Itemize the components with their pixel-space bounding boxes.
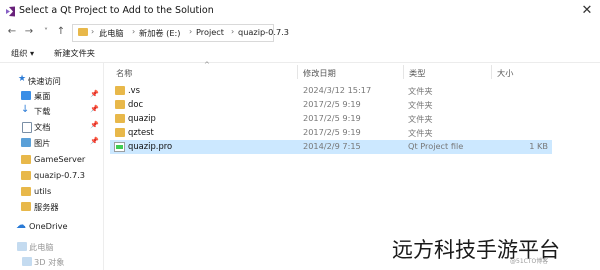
breadcrumb-this-pc[interactable]: 此电脑 bbox=[99, 27, 124, 39]
back-arrow-icon[interactable]: ← bbox=[5, 25, 19, 39]
file-size: 1 KB bbox=[529, 141, 548, 151]
file-name: quazip.pro bbox=[128, 141, 173, 151]
pin-icon[interactable]: 📌 bbox=[90, 137, 99, 145]
file-row-vs[interactable]: .vs 2024/3/12 15:17 文件夹 bbox=[110, 84, 552, 98]
sidebar-item-label: 文档 bbox=[34, 122, 51, 132]
sidebar-item-server[interactable]: 服务器 bbox=[0, 200, 103, 214]
sidebar-item-documents[interactable]: 文档 📌 bbox=[0, 120, 103, 134]
new-folder-button[interactable]: 新建文件夹 bbox=[54, 47, 95, 59]
command-bar: 组织 ▾ 新建文件夹 bbox=[0, 42, 600, 63]
file-modified: 2017/2/5 9:19 bbox=[303, 113, 361, 123]
sidebar-item-label: utils bbox=[34, 186, 52, 196]
sidebar-item-label: OneDrive bbox=[29, 221, 68, 231]
pin-icon[interactable]: 📌 bbox=[90, 90, 99, 98]
sidebar-item-label: 图片 bbox=[34, 138, 51, 148]
sidebar-item-onedrive[interactable]: ☁ OneDrive bbox=[0, 220, 103, 234]
column-header-name[interactable]: 名称 bbox=[116, 67, 132, 79]
computer-icon bbox=[17, 242, 27, 251]
organize-button[interactable]: 组织 ▾ bbox=[11, 47, 34, 59]
sort-caret-icon: ^ bbox=[204, 61, 210, 69]
cube-icon bbox=[22, 257, 32, 266]
up-arrow-icon[interactable]: ↑ bbox=[54, 25, 68, 39]
desktop-icon bbox=[21, 91, 31, 100]
sidebar-item-label: 桌面 bbox=[34, 91, 51, 101]
column-header-size[interactable]: 大小 bbox=[497, 67, 513, 79]
file-modified: 2017/2/5 9:19 bbox=[303, 127, 361, 137]
sidebar-item-label: 此电脑 bbox=[29, 242, 54, 252]
sidebar-item-label: 下载 bbox=[34, 106, 51, 116]
file-name: doc bbox=[128, 99, 144, 109]
folder-icon bbox=[21, 171, 31, 180]
folder-icon bbox=[115, 114, 125, 123]
sidebar-item-quick-access[interactable]: ★ 快速访问 bbox=[0, 74, 103, 88]
column-divider[interactable] bbox=[297, 65, 298, 79]
file-row-quazip[interactable]: quazip 2017/2/5 9:19 文件夹 bbox=[110, 112, 552, 126]
file-modified: 2024/3/12 15:17 bbox=[303, 85, 372, 95]
file-type: 文件夹 bbox=[408, 128, 433, 138]
window-title: Select a Qt Project to Add to the Soluti… bbox=[19, 5, 214, 16]
breadcrumb-separator: › bbox=[132, 27, 136, 36]
column-divider[interactable] bbox=[491, 65, 492, 79]
breadcrumb-separator: › bbox=[91, 27, 95, 36]
close-icon[interactable]: ✕ bbox=[578, 2, 596, 20]
qt-project-file-icon bbox=[114, 142, 125, 152]
sidebar-item-gameserver[interactable]: GameServer bbox=[0, 153, 103, 167]
file-modified: 2017/2/5 9:19 bbox=[303, 99, 361, 109]
sidebar-item-label: GameServer bbox=[34, 154, 86, 164]
sidebar-item-label: 快速访问 bbox=[28, 76, 61, 86]
pin-icon[interactable]: 📌 bbox=[90, 105, 99, 113]
column-divider[interactable] bbox=[403, 65, 404, 79]
sidebar-item-3d-objects[interactable]: 3D 对象 bbox=[0, 255, 103, 269]
file-row-doc[interactable]: doc 2017/2/5 9:19 文件夹 bbox=[110, 98, 552, 112]
file-type: 文件夹 bbox=[408, 114, 433, 124]
document-icon bbox=[22, 122, 32, 133]
navigation-bar: ← → ˅ ↑ › 此电脑 › 新加卷 (E:) › Project › qua… bbox=[0, 22, 600, 42]
pin-icon[interactable]: 📌 bbox=[90, 121, 99, 129]
folder-icon bbox=[115, 86, 125, 95]
forward-arrow-icon[interactable]: → bbox=[22, 25, 36, 39]
recent-locations-chevron-icon[interactable]: ˅ bbox=[39, 25, 53, 39]
sidebar-item-quazip[interactable]: quazip-0.7.3 bbox=[0, 169, 103, 183]
download-icon: ↓ bbox=[21, 104, 30, 115]
column-header-modified[interactable]: 修改日期 bbox=[303, 67, 336, 79]
file-name: .vs bbox=[128, 85, 140, 95]
breadcrumb-volume-e[interactable]: 新加卷 (E:) bbox=[139, 27, 181, 39]
breadcrumb-separator: › bbox=[231, 27, 235, 36]
file-row-quazip-pro[interactable]: quazip.pro 2014/2/9 7:15 Qt Project file… bbox=[110, 140, 552, 154]
sidebar-item-utils[interactable]: utils bbox=[0, 185, 103, 199]
visual-studio-icon bbox=[6, 6, 15, 17]
sidebar-item-downloads[interactable]: ↓ 下载 📌 bbox=[0, 104, 103, 118]
folder-icon bbox=[115, 100, 125, 109]
sidebar-item-desktop[interactable]: 桌面 📌 bbox=[0, 89, 103, 103]
file-name: qztest bbox=[128, 127, 154, 137]
sidebar-item-pictures[interactable]: 图片 📌 bbox=[0, 136, 103, 150]
folder-icon bbox=[115, 128, 125, 137]
file-modified: 2014/2/9 7:15 bbox=[303, 141, 361, 151]
sidebar-item-label: quazip-0.7.3 bbox=[34, 170, 85, 180]
folder-icon bbox=[21, 155, 31, 164]
file-name: quazip bbox=[128, 113, 156, 123]
breadcrumb-quazip[interactable]: quazip-0.7.3 bbox=[238, 27, 289, 37]
folder-icon bbox=[21, 187, 31, 196]
folder-icon bbox=[21, 202, 31, 211]
pictures-icon bbox=[21, 138, 31, 147]
file-type: Qt Project file bbox=[408, 141, 464, 151]
star-icon: ★ bbox=[18, 74, 27, 84]
watermark-subtext: @51CTO博客 bbox=[510, 258, 549, 265]
cloud-icon: ☁ bbox=[16, 220, 26, 231]
address-bar[interactable]: › 此电脑 › 新加卷 (E:) › Project › quazip-0.7.… bbox=[72, 24, 289, 42]
navigation-pane: ★ 快速访问 桌面 📌 ↓ 下载 📌 文档 📌 图片 📌 GameServer … bbox=[0, 63, 104, 270]
sidebar-item-label: 服务器 bbox=[34, 202, 59, 212]
file-type: 文件夹 bbox=[408, 86, 433, 96]
folder-icon bbox=[78, 28, 88, 36]
column-header-type[interactable]: 类型 bbox=[409, 67, 425, 79]
sidebar-item-label: 3D 对象 bbox=[34, 257, 65, 267]
breadcrumb-separator: › bbox=[189, 27, 193, 36]
sidebar-item-this-pc[interactable]: 此电脑 bbox=[0, 240, 103, 254]
title-bar: Select a Qt Project to Add to the Soluti… bbox=[0, 0, 600, 22]
file-type: 文件夹 bbox=[408, 100, 433, 110]
breadcrumb-project[interactable]: Project bbox=[196, 27, 224, 37]
file-row-qztest[interactable]: qztest 2017/2/5 9:19 文件夹 bbox=[110, 126, 552, 140]
